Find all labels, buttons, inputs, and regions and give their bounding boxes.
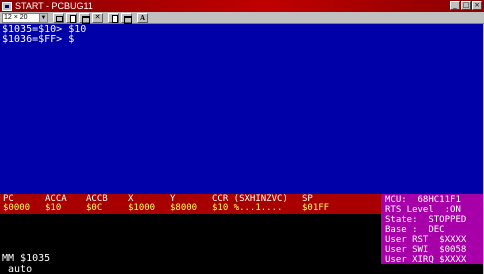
font-button[interactable]: A <box>137 12 148 23</box>
toolbar: 12 × 20 ▼ A <box>0 12 484 24</box>
title-bar: START - PCBUG11 _ □ × <box>0 0 484 12</box>
copy-icon[interactable] <box>108 12 119 23</box>
console-command-line: MM $1035 <box>2 253 51 264</box>
window-tile-icon[interactable] <box>121 12 132 24</box>
status-base: Base : DEC <box>385 225 445 235</box>
status-panel: MCU: 68HC11F1 RTS Level :ON State: STOPP… <box>381 194 483 265</box>
register-value-ccr: $10 %...1.... <box>212 203 283 213</box>
register-value-sp: $01FF <box>302 203 330 213</box>
register-value-y: $8000 <box>170 203 198 213</box>
status-user-rst: User RST $XXXX <box>385 235 467 245</box>
status-mcu: MCU: 68HC11F1 <box>385 195 461 205</box>
x-icon[interactable] <box>92 12 103 23</box>
window-icon[interactable] <box>79 12 90 24</box>
status-user-xirq: User XIRQ $XXXX <box>385 255 467 265</box>
grid-icon[interactable] <box>53 12 64 23</box>
font-size-select[interactable]: 12 × 20 ▼ <box>2 12 48 23</box>
window-controls: _ □ × <box>450 1 482 10</box>
register-value-accb: $0C <box>86 203 103 213</box>
status-rts-level: RTS Level :ON <box>385 205 461 215</box>
window-title: START - PCBUG11 <box>15 1 93 11</box>
font-size-value: 12 × 20 <box>4 13 28 21</box>
register-value-x: $1000 <box>128 203 156 213</box>
register-value-acca: $10 <box>45 203 62 213</box>
maximize-button[interactable]: □ <box>461 1 471 10</box>
app-icon[interactable] <box>2 1 12 11</box>
status-user-swi: User SWI $0058 <box>385 245 467 255</box>
console-input[interactable]: _auto <box>2 265 32 274</box>
chevron-down-icon[interactable]: ▼ <box>39 13 47 22</box>
command-line: $1036=$FF> $ <box>2 34 75 45</box>
register-value-pc: $0000 <box>3 203 31 213</box>
minimize-button[interactable]: _ <box>450 1 460 10</box>
console-window[interactable]: MM $1035 _auto <box>0 214 381 274</box>
command-window[interactable]: $1035=$10> $10 $1036=$FF> $ <box>0 24 483 194</box>
register-panel: PC $0000 ACCA $10 ACCB $0C X $1000 Y $80… <box>0 194 381 214</box>
status-state: State: STOPPED <box>385 215 467 225</box>
close-button[interactable]: × <box>472 1 482 10</box>
doc-icon[interactable] <box>66 12 77 23</box>
